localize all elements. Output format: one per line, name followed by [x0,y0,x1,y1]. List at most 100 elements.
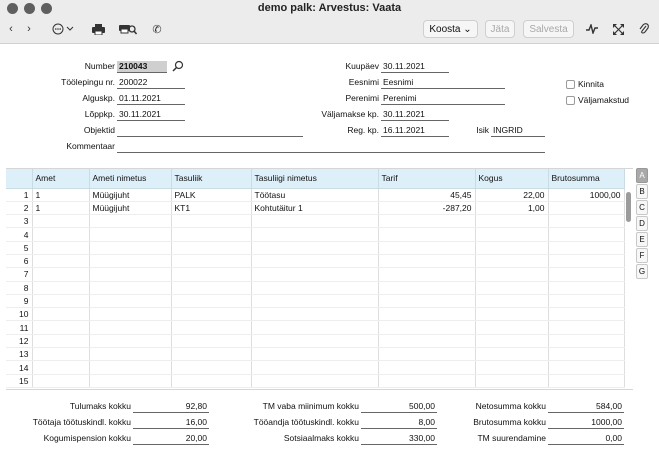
table-cell[interactable] [32,334,90,349]
table-cell[interactable] [32,347,90,362]
table-cell[interactable] [548,254,625,269]
column-header[interactable] [6,169,33,189]
table-cell[interactable] [89,227,172,242]
table-cell[interactable]: 1,00 [475,201,549,216]
table-cell[interactable]: 22,00 [475,188,549,202]
isik-field[interactable]: INGRID [491,125,545,137]
print-preview-icon[interactable] [118,20,138,38]
table-cell[interactable] [32,360,90,375]
table-cell[interactable] [251,241,379,255]
table-cell[interactable] [171,281,252,295]
table-cell[interactable] [378,281,476,295]
number-field[interactable]: 210043 [117,61,167,73]
table-cell[interactable] [171,254,252,269]
table-cell[interactable] [89,374,172,388]
table-cell[interactable] [475,267,549,282]
table-cell[interactable] [32,320,90,335]
table-cell[interactable] [378,307,476,322]
objektid-field[interactable] [117,125,303,137]
table-cell[interactable]: 1 [32,201,90,216]
table-cell[interactable] [171,360,252,375]
table-cell[interactable] [378,360,476,375]
table-cell[interactable] [171,241,252,255]
koosta-button[interactable]: Koosta ⌄ [423,20,478,38]
column-header[interactable]: Brutosumma [548,169,625,189]
table-cell[interactable]: 1000,00 [548,188,625,202]
table-cell[interactable]: 45,45 [378,188,476,202]
table-cell[interactable] [378,347,476,362]
table-cell[interactable] [378,374,476,388]
column-header[interactable]: Tasuliik [171,169,252,189]
table-cell[interactable] [548,374,625,388]
table-cell[interactable] [548,214,625,229]
grid-tab-b[interactable]: B [636,184,648,199]
table-cell[interactable] [548,241,625,255]
table-cell[interactable] [475,334,549,349]
grid-scrollbar[interactable] [626,192,631,222]
table-cell[interactable] [171,334,252,349]
table-row[interactable]: 6 [6,254,625,269]
table-row[interactable]: 11 [6,320,625,335]
table-cell[interactable] [89,334,172,349]
table-cell[interactable] [171,347,252,362]
table-row[interactable]: 10 [6,307,625,322]
table-cell[interactable] [32,281,90,295]
table-cell[interactable] [89,254,172,269]
kuupaev-field[interactable]: 30.11.2021 [381,61,449,73]
table-cell[interactable] [251,360,379,375]
table-row[interactable]: 7 [6,267,625,282]
rows-grid[interactable]: Amet Ameti nimetus Tasuliik Tasuliigi nimet… [6,168,633,390]
expand-icon[interactable] [610,20,626,38]
table-cell[interactable] [475,347,549,362]
kommentaar-field[interactable] [117,141,545,153]
table-cell[interactable] [89,307,172,322]
table-row[interactable]: 13 [6,347,625,362]
table-cell[interactable] [251,267,379,282]
table-cell[interactable] [32,267,90,282]
table-cell[interactable] [475,241,549,255]
table-cell[interactable] [475,214,549,229]
table-cell[interactable] [171,307,252,322]
table-cell[interactable]: PALK [171,188,252,202]
table-cell[interactable] [378,334,476,349]
activity-icon[interactable] [584,20,600,38]
table-cell[interactable] [475,227,549,242]
salvesta-button[interactable]: Salvesta [523,20,574,38]
back-arrow-icon[interactable]: ‹ [6,20,16,38]
table-cell[interactable] [475,360,549,375]
toolepingu-field[interactable]: 200022 [117,77,185,89]
table-cell[interactable] [251,347,379,362]
table-cell[interactable] [378,214,476,229]
table-cell[interactable] [548,281,625,295]
table-cell[interactable] [89,267,172,282]
table-cell[interactable] [548,267,625,282]
grid-tab-c[interactable]: C [636,200,648,215]
grid-tab-f[interactable]: F [636,248,648,263]
table-cell[interactable] [378,227,476,242]
table-cell[interactable] [89,294,172,309]
table-cell[interactable] [32,227,90,242]
table-cell[interactable] [89,360,172,375]
grid-tab-e[interactable]: E [636,232,648,247]
table-row[interactable]: 12 [6,334,625,349]
table-cell[interactable] [548,307,625,322]
table-cell[interactable] [251,334,379,349]
phone-icon[interactable]: ✆ [150,20,164,38]
table-cell[interactable] [171,294,252,309]
table-cell[interactable] [378,241,476,255]
table-row[interactable]: 2 1 Müügijuht KT1 Kohtutäitur 1 -287,20 1,00 [6,201,625,216]
table-cell[interactable] [251,307,379,322]
table-cell[interactable]: -287,20 [378,201,476,216]
table-row[interactable]: 8 [6,281,625,295]
table-row[interactable]: 3 [6,214,625,229]
table-cell[interactable] [378,320,476,335]
table-cell[interactable]: Müügijuht [89,188,172,202]
table-cell[interactable] [32,241,90,255]
alguskp-field[interactable]: 01.11.2021 [117,93,185,105]
table-cell[interactable] [171,374,252,388]
eesnimi-field[interactable]: Eesnimi [381,77,505,89]
grid-tab-d[interactable]: D [636,216,648,231]
table-cell[interactable] [548,360,625,375]
table-cell[interactable] [475,294,549,309]
attachment-icon[interactable] [636,20,652,38]
